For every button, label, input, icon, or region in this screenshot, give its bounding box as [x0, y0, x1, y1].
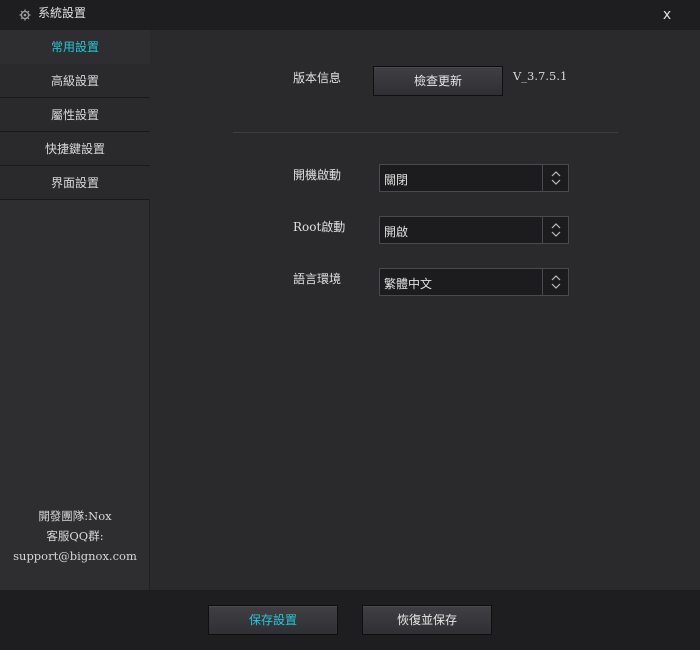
sidebar-item-shortcuts[interactable]: 快捷鍵設置	[0, 132, 150, 166]
window-title: 系統設置	[38, 6, 87, 20]
version-number: V_3.7.5.1	[513, 69, 568, 83]
select-arrows-icon	[542, 217, 568, 243]
title-bar: 系統設置 x	[0, 0, 700, 30]
version-label: 版本信息	[293, 71, 342, 85]
sidebar-item-general[interactable]: 常用設置	[0, 30, 150, 64]
root-start-label: Root啟動	[293, 220, 346, 234]
language-value: 繁體中文	[384, 277, 433, 291]
language-label: 語言環境	[293, 272, 342, 286]
select-arrows-icon	[542, 269, 568, 295]
restore-and-save-button[interactable]: 恢復並保存	[362, 605, 492, 635]
language-select[interactable]: 繁體中文	[379, 268, 569, 296]
sidebar-item-advanced[interactable]: 高級設置	[0, 64, 150, 98]
sidebar: 常用設置 高級設置 屬性設置 快捷鍵設置 界面設置 開發團隊:Nox 客服QQ群…	[0, 30, 150, 590]
support-qq-group: 客服QQ群:	[46, 529, 104, 543]
close-button[interactable]: x	[656, 4, 678, 26]
support-email: support@bignox.com	[13, 549, 137, 563]
root-start-value: 開啟	[384, 225, 409, 239]
settings-panel: 版本信息 檢查更新 V_3.7.5.1 開機啟動 關閉 Root啟動 開啟 語言…	[151, 30, 700, 590]
autostart-select[interactable]: 關閉	[379, 164, 569, 192]
autostart-label: 開機啟動	[293, 168, 342, 182]
divider	[233, 132, 618, 133]
sidebar-item-properties[interactable]: 屬性設置	[0, 98, 150, 132]
close-icon: x	[662, 7, 672, 23]
select-arrows-icon	[542, 165, 568, 191]
autostart-value: 關閉	[384, 173, 409, 187]
developer-team: 開發團隊:Nox	[38, 509, 112, 523]
gear-icon	[19, 9, 31, 21]
developer-info: 開發團隊:Nox 客服QQ群: support@bignox.com	[0, 506, 150, 566]
footer-bar: 保存設置 恢復並保存	[0, 590, 700, 650]
check-update-button[interactable]: 檢查更新	[373, 66, 503, 96]
root-start-select[interactable]: 開啟	[379, 216, 569, 244]
save-settings-button[interactable]: 保存設置	[208, 605, 338, 635]
sidebar-item-interface[interactable]: 界面設置	[0, 166, 150, 200]
